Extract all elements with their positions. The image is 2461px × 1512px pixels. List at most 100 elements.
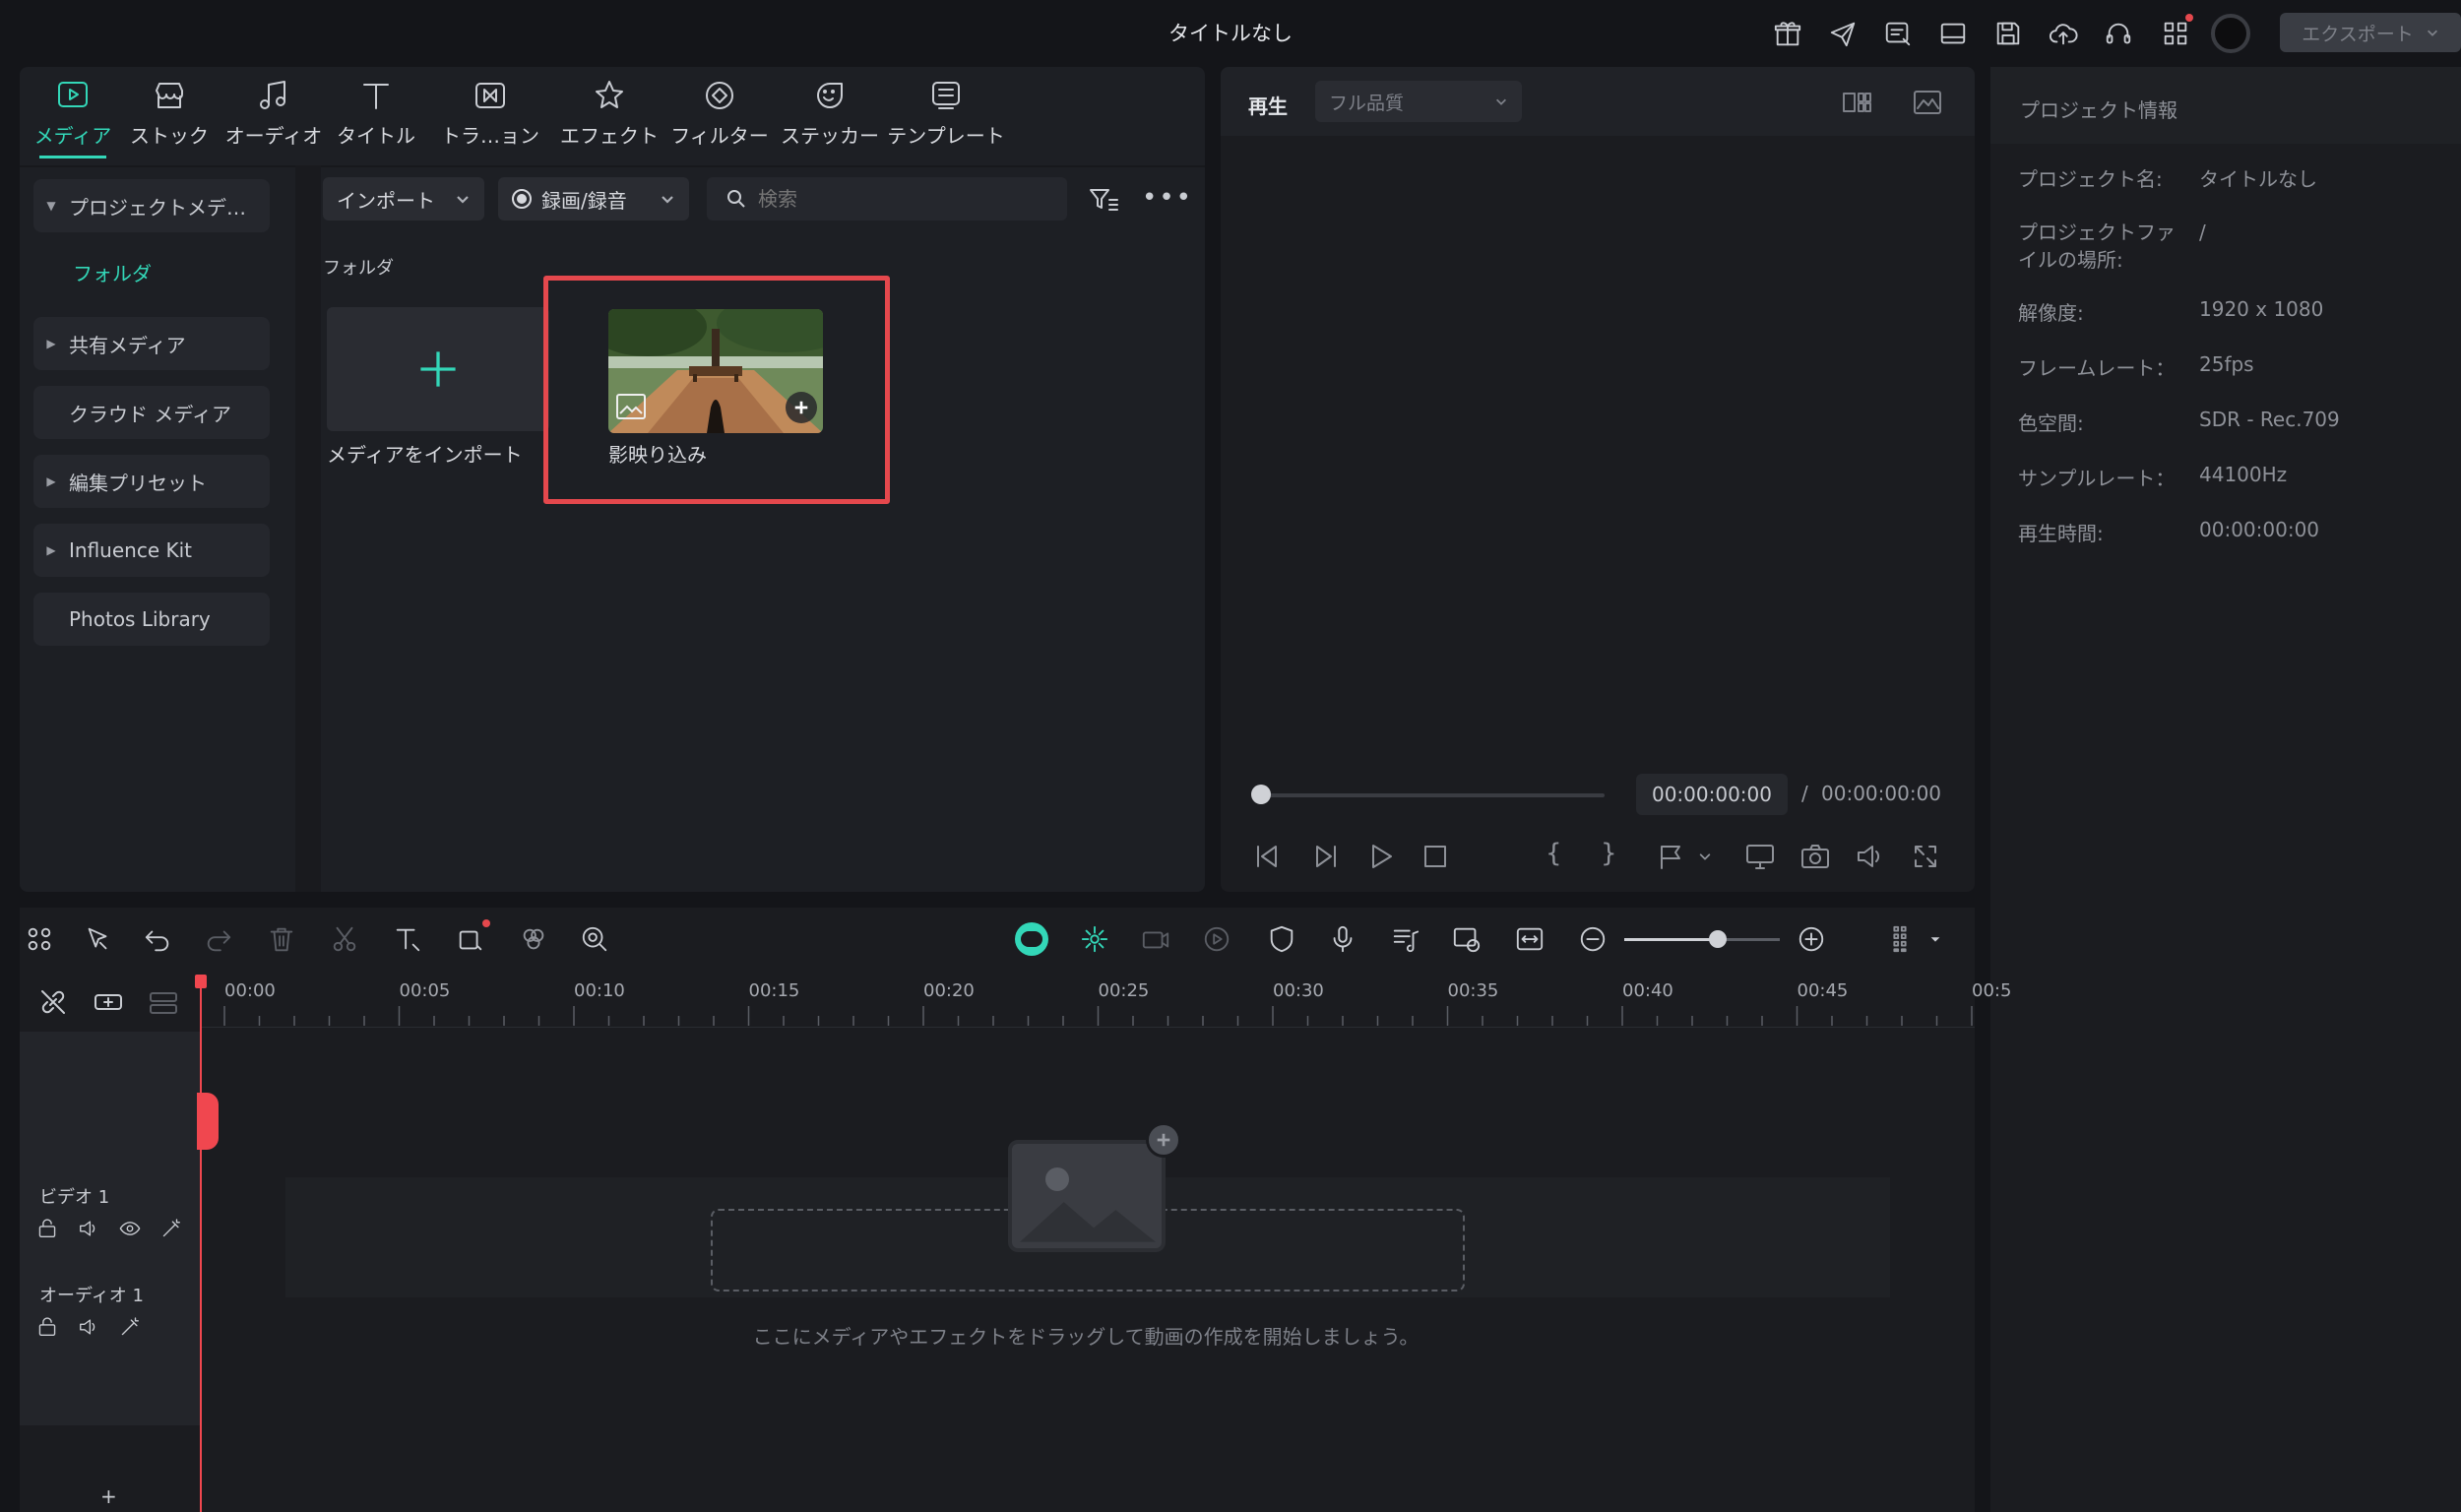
add-to-timeline-button[interactable]	[786, 392, 817, 423]
microphone-icon[interactable]	[1323, 919, 1362, 959]
export-button[interactable]: エクスポート	[2280, 13, 2461, 52]
import-media-tile[interactable]	[327, 307, 549, 431]
undo-icon[interactable]	[138, 919, 177, 959]
zoom-in-icon[interactable]	[1792, 919, 1831, 959]
eye-icon[interactable]	[116, 1215, 144, 1242]
more-options-icon[interactable]: •••	[1142, 183, 1193, 213]
fit-width-icon[interactable]	[1510, 919, 1549, 959]
tab-effect[interactable]: エフェクト	[557, 77, 662, 156]
sidebar-item-edit-presets[interactable]: ▶ 編集プリセット	[33, 455, 270, 508]
sidebar-item-influence-kit[interactable]: ▶ Influence Kit	[33, 524, 270, 577]
search-box[interactable]	[707, 177, 1067, 220]
gift-icon[interactable]	[1768, 14, 1807, 53]
sidebar-item-photos-library[interactable]: Photos Library	[33, 593, 270, 646]
record-dropdown[interactable]: 録画/録音	[498, 177, 689, 220]
current-time[interactable]: 00:00:00:00	[1636, 774, 1788, 815]
preview-tab-label[interactable]: 再生	[1248, 91, 1288, 119]
zoom-slider-handle[interactable]	[1708, 930, 1727, 948]
stop-icon[interactable]	[1418, 839, 1453, 874]
plus-icon	[794, 401, 808, 414]
expanded-arrow-icon: ▼	[46, 199, 56, 213]
snapshot-icon[interactable]	[1798, 839, 1833, 874]
split-icon[interactable]	[325, 919, 364, 959]
next-frame-icon[interactable]	[1307, 839, 1343, 874]
add-media-badge[interactable]	[1146, 1122, 1181, 1158]
ai-assistant-icon[interactable]	[1012, 919, 1051, 959]
send-icon[interactable]	[1823, 14, 1862, 53]
camera-effect-icon[interactable]	[1136, 919, 1175, 959]
mark-out-icon[interactable]: }	[1601, 839, 1617, 868]
text-tool-icon[interactable]	[388, 919, 427, 959]
chevron-down-icon[interactable]	[1693, 845, 1717, 868]
tab-title[interactable]: タイトル	[335, 77, 417, 156]
track-manager-icon[interactable]	[146, 984, 181, 1020]
play-icon[interactable]	[1362, 839, 1398, 874]
layout-icon[interactable]	[1933, 14, 1973, 53]
select-tool-icon[interactable]	[79, 919, 118, 959]
delete-icon[interactable]	[262, 919, 301, 959]
tab-stock[interactable]: ストック	[130, 77, 209, 156]
search-input[interactable]	[758, 187, 1034, 211]
playhead-tab[interactable]	[197, 1093, 219, 1150]
render-preview-icon[interactable]	[1447, 919, 1486, 959]
ruler-tick-label: 00:30	[1273, 980, 1324, 1001]
filter-sort-icon[interactable]	[1083, 179, 1124, 220]
scrubber-handle[interactable]	[1251, 785, 1271, 804]
tab-media[interactable]: メディア	[33, 77, 112, 156]
tab-template[interactable]: テンプレート	[887, 77, 1005, 156]
cloud-upload-icon[interactable]	[2044, 14, 2083, 53]
add-track-icon[interactable]	[91, 984, 126, 1020]
ai-tool-icon[interactable]	[575, 919, 614, 959]
mark-in-icon[interactable]: {	[1546, 839, 1562, 868]
playhead-line[interactable]	[200, 975, 202, 1512]
previous-frame-icon[interactable]	[1250, 839, 1286, 874]
marker-icon[interactable]	[1650, 839, 1689, 874]
save-icon[interactable]	[1988, 14, 2028, 53]
plus-icon	[1157, 1133, 1170, 1147]
lock-icon[interactable]	[33, 1215, 61, 1242]
zoom-out-icon[interactable]	[1573, 919, 1612, 959]
avatar[interactable]	[2211, 14, 2250, 53]
motion-track-icon[interactable]	[1197, 919, 1236, 959]
playback-scrubber[interactable]	[1260, 793, 1605, 797]
import-dropdown[interactable]: インポート	[323, 177, 484, 220]
magic-wand-icon[interactable]	[158, 1215, 185, 1242]
media-splitter[interactable]	[295, 165, 321, 892]
fullscreen-icon[interactable]	[1908, 839, 1943, 874]
redo-icon[interactable]	[199, 919, 238, 959]
add-track-plus-icon[interactable]: +	[100, 1484, 117, 1508]
tab-sticker[interactable]: ステッカー	[780, 77, 880, 156]
sidebar-item-folder[interactable]: フォルダ	[73, 258, 152, 286]
sidebar-item-project-media[interactable]: ▼ プロジェクトメデ…	[33, 179, 270, 232]
ruler-tick-label: 00:45	[1797, 980, 1849, 1001]
volume-icon[interactable]	[75, 1215, 102, 1242]
auto-highlight-icon[interactable]	[1075, 919, 1114, 959]
tab-audio[interactable]: オーディオ	[222, 77, 325, 156]
effect-icon	[591, 77, 628, 114]
volume-icon[interactable]	[1853, 839, 1888, 874]
crop-tool-icon[interactable]	[451, 919, 490, 959]
headset-icon[interactable]	[2099, 14, 2138, 53]
quality-dropdown[interactable]: フル品質	[1315, 81, 1522, 122]
sidebar-item-cloud-media[interactable]: クラウド メディア	[33, 386, 270, 439]
music-list-icon[interactable]	[1386, 919, 1425, 959]
notification-dot	[2185, 14, 2193, 22]
playhead-handle[interactable]	[195, 975, 207, 988]
chevron-down-icon[interactable]	[1922, 919, 1949, 959]
scope-icon[interactable]	[1908, 83, 1947, 122]
project-info-panel	[1990, 67, 2461, 1512]
display-icon[interactable]	[1742, 839, 1778, 874]
grid-view-icon[interactable]	[1837, 83, 1876, 122]
clip-thumbnail[interactable]	[608, 309, 823, 433]
apps-grid-icon[interactable]	[2156, 14, 2195, 53]
layout-grid-icon[interactable]	[20, 919, 59, 959]
tab-filter[interactable]: フィルター	[669, 77, 770, 156]
color-tool-icon[interactable]	[514, 919, 553, 959]
zoom-slider-fill	[1624, 938, 1718, 941]
feedback-icon[interactable]	[1878, 14, 1918, 53]
tab-transition[interactable]: トラ…ョン	[439, 77, 541, 156]
shield-icon[interactable]	[1262, 919, 1301, 959]
sidebar-item-shared-media[interactable]: ▶ 共有メディア	[33, 317, 270, 370]
link-icon[interactable]	[35, 984, 71, 1020]
track-height-icon[interactable]	[1880, 919, 1920, 959]
